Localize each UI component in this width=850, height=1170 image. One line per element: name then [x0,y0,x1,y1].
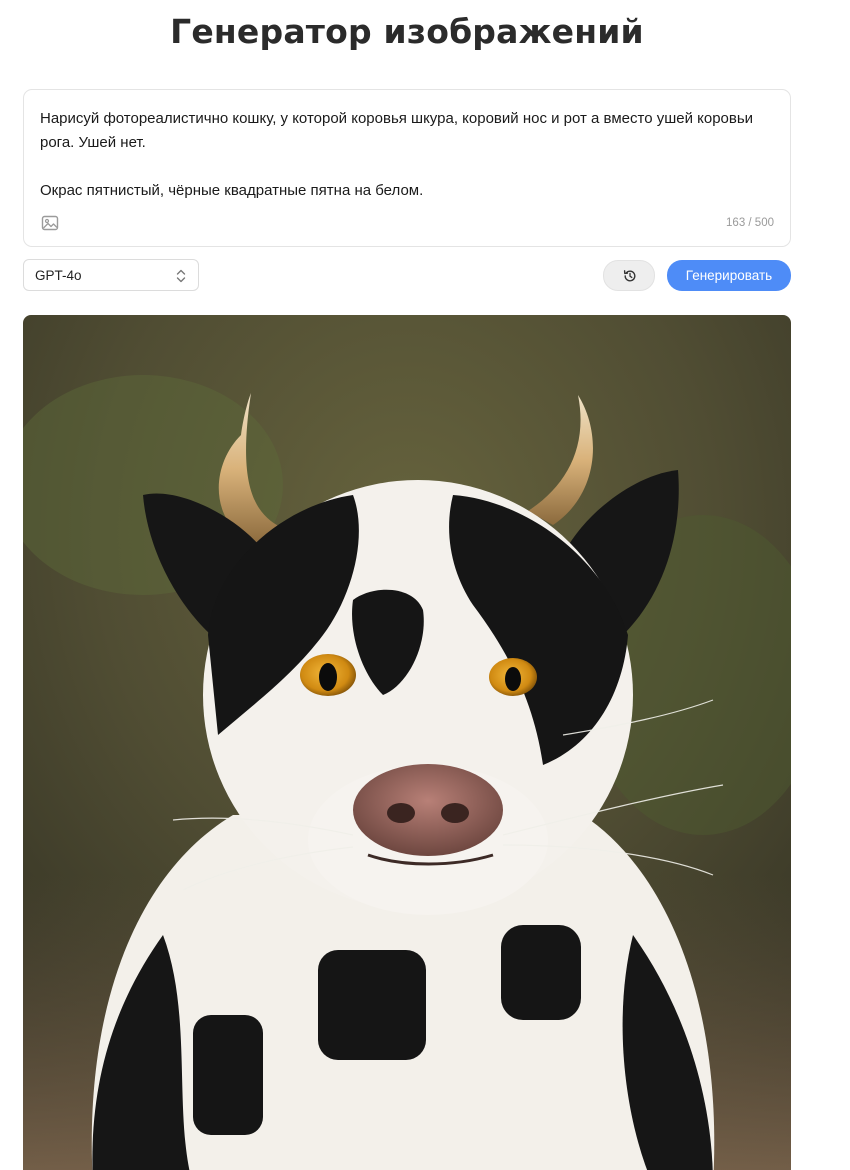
chevron-updown-icon [175,268,187,284]
page-title: Генератор изображений [170,12,644,51]
history-icon [623,270,636,282]
history-button[interactable] [603,260,655,291]
prompt-card: Нарисуй фотореалистично кошку, у которой… [23,89,791,247]
generated-image-illustration [23,315,791,1170]
generated-image [23,315,791,1170]
generate-button[interactable]: Генерировать [667,260,791,291]
char-counter: 163 / 500 [726,217,774,229]
image-icon[interactable] [41,214,61,234]
model-select-value: GPT-4o [35,268,82,283]
model-select[interactable]: GPT-4o [23,259,199,291]
prompt-textarea[interactable]: Нарисуй фотореалистично кошку, у которой… [40,107,760,203]
